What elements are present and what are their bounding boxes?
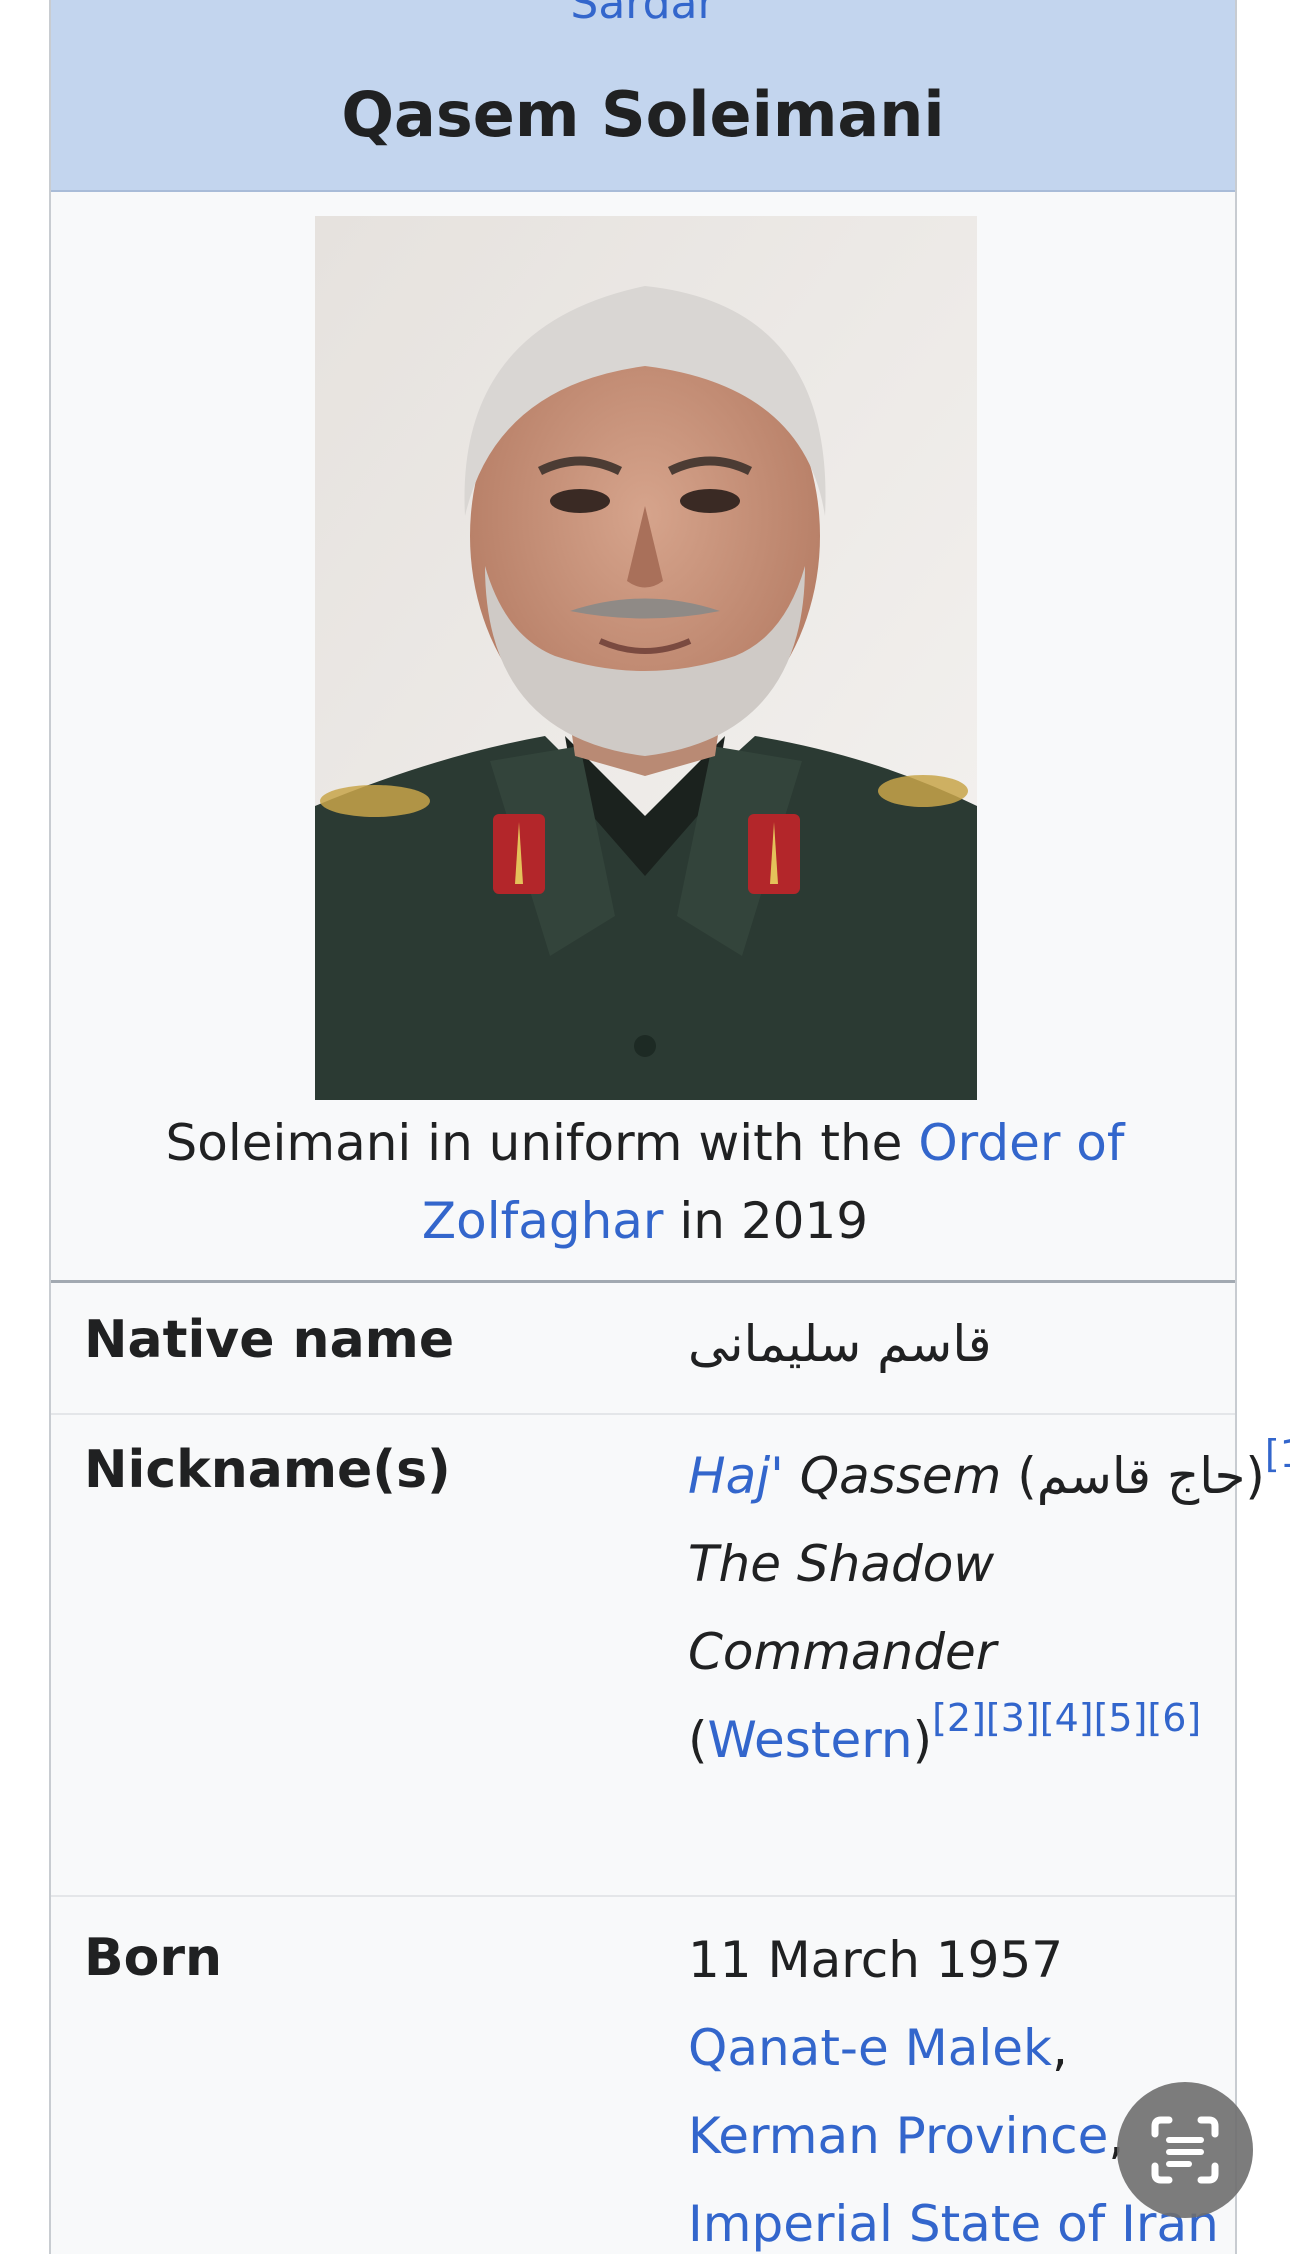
native-name-value: قاسم سلیمانی — [688, 1300, 1228, 1388]
paren-open: ( — [688, 1711, 708, 1769]
native-name-label: Native name — [84, 1310, 455, 1370]
scan-text-button[interactable] — [1117, 2082, 1253, 2218]
qanat-e-malek-link[interactable]: Qanat-e Malek — [688, 2019, 1052, 2077]
infobox-title: Qasem Soleimani — [341, 78, 945, 151]
references-2-6[interactable]: [2][3][4][5][6] — [932, 1696, 1201, 1740]
qassem-text: Qassem — [783, 1447, 1002, 1505]
kerman-province-link[interactable]: Kerman Province — [688, 2107, 1108, 2165]
haj-link[interactable]: Haj' — [688, 1447, 784, 1505]
born-label: Born — [84, 1928, 223, 1988]
row-divider — [51, 1895, 1235, 1897]
nickname-shadow-line1: The Shadow — [688, 1520, 1228, 1608]
shadow-commander-part2: Commander — [688, 1623, 997, 1681]
nickname-haj-qassem: Haj' Qassem (حاج قاسم)[1] — [688, 1432, 1290, 1520]
western-link[interactable]: Western — [708, 1711, 913, 1769]
nicknames-label: Nickname(s) — [84, 1440, 451, 1500]
nickname-shadow-line2: Commander — [688, 1608, 1228, 1696]
nicknames-value: Haj' Qassem (حاج قاسم)[1] The Shadow Com… — [688, 1432, 1290, 1784]
birthplace-line1: Qanat-e Malek, — [688, 2004, 1228, 2092]
caption-divider — [51, 1280, 1235, 1283]
rank-link[interactable]: Sardar — [51, 0, 1235, 29]
shadow-commander-part1: The Shadow — [688, 1535, 995, 1593]
infobox: Sardar Qasem Soleimani Soleimani in unif… — [49, 0, 1290, 2254]
arabic-nickname: (حاج قاسم) — [1017, 1447, 1265, 1505]
caption-suffix: in 2019 — [663, 1192, 869, 1250]
portrait-image[interactable] — [315, 216, 977, 1100]
native-name-text: قاسم سلیمانی — [688, 1315, 992, 1373]
scan-text-icon — [1151, 2116, 1219, 2184]
birth-date: 11 March 1957 — [688, 1931, 1064, 1989]
nickname-western-line: (Western)[2][3][4][5][6] — [688, 1696, 1228, 1784]
reference-1[interactable]: [1] — [1265, 1432, 1290, 1476]
comma: , — [1052, 2019, 1068, 2077]
row-divider — [51, 1413, 1235, 1415]
caption-prefix: Soleimani in uniform with the — [165, 1114, 919, 1172]
paren-close: ) — [912, 1711, 933, 1769]
image-caption: Soleimani in uniform with the Order of Z… — [111, 1104, 1179, 1260]
infobox-header: Sardar Qasem Soleimani — [51, 0, 1235, 192]
portrait-illustration — [315, 216, 977, 1100]
